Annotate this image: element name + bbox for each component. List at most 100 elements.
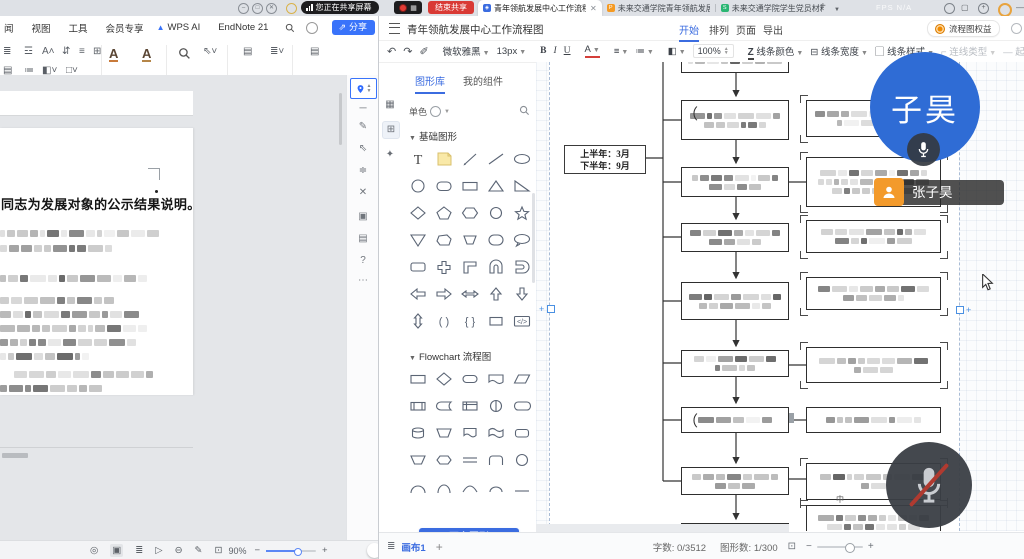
wps-maximize-icon[interactable]: □ — [252, 3, 263, 14]
zoom-in-icon[interactable]: + — [322, 545, 328, 556]
align-button[interactable]: ≡▼ — [614, 46, 628, 57]
zoom-slider[interactable] — [266, 550, 316, 552]
zoom-slider-knob[interactable] — [294, 548, 302, 556]
shape-arc-5-icon[interactable] — [509, 473, 535, 500]
shape-braces-icon[interactable]: { } — [457, 307, 483, 334]
browser-tab[interactable]: ◈ 青年领航发展中心工作流程图✕ — [478, 0, 602, 16]
spellcheck-icon[interactable]: ◎ — [90, 545, 98, 556]
document-scrollbar-thumb[interactable] — [339, 93, 342, 145]
edit-icon[interactable]: ✎ — [195, 545, 203, 556]
shape-search-icon[interactable] — [519, 105, 530, 116]
shape-arc-3-icon[interactable] — [457, 473, 483, 500]
shape-corner-icon[interactable] — [457, 253, 483, 280]
browser-minimize-icon[interactable]: — — [1016, 3, 1024, 13]
shape-stored-data-icon[interactable] — [431, 392, 457, 419]
flow-node[interactable] — [806, 220, 941, 253]
shape-arc-4-icon[interactable] — [483, 473, 509, 500]
shape-rectangle-2-icon[interactable] — [483, 307, 509, 334]
wps-minimize-icon[interactable]: – — [238, 3, 249, 14]
flow-node-partial-top[interactable] — [681, 62, 789, 73]
pin-stepper-icon[interactable]: ▲▼ — [367, 84, 372, 94]
bold-button[interactable]: B — [540, 46, 546, 56]
flowchart-rights-button[interactable]: 流程图权益 — [927, 20, 1000, 37]
shape-cross-icon[interactable] — [431, 253, 457, 280]
section-basic-shapes[interactable]: ▼基础图形 — [409, 129, 457, 143]
shape-document-2-icon[interactable] — [457, 419, 483, 446]
style-a-icon[interactable]: A — [109, 47, 118, 62]
panel-scrollbar-thumb[interactable] — [532, 193, 535, 283]
mic-indicator[interactable] — [907, 133, 940, 166]
shape-predefined-process-icon[interactable] — [405, 392, 431, 419]
header-help-icon[interactable] — [1011, 23, 1022, 34]
shape-arch-icon[interactable] — [483, 253, 509, 280]
shape-line-icon[interactable] — [483, 145, 509, 172]
menu-arrange[interactable]: 排列 — [709, 22, 729, 37]
page-handle-left[interactable] — [547, 305, 555, 313]
align-distribute-icon[interactable]: ≣ — [3, 46, 11, 57]
browser-tab[interactable]: S 未来交通学院学生党员材料审查目示 — [716, 0, 829, 16]
wps-menu-item[interactable]: 闻 — [0, 21, 23, 35]
browser-tab[interactable]: P 未来交通学院青年领航发展中心202 — [602, 0, 715, 16]
outline-view-icon[interactable]: ≣ — [135, 545, 143, 556]
flow-node[interactable] — [681, 467, 789, 495]
muted-mic-indicator[interactable] — [886, 442, 972, 528]
pen-icon[interactable]: ✎ — [347, 121, 378, 132]
list-button[interactable]: ≔▼ — [635, 46, 653, 57]
line-width-button[interactable]: ⊟ 线条宽度▼ — [810, 44, 868, 58]
char-scale-icon[interactable]: A˄ — [42, 46, 55, 57]
shape-parallelogram-icon[interactable] — [509, 365, 535, 392]
format-painter-icon[interactable]: ✐ — [419, 45, 428, 58]
flow-node[interactable] — [681, 167, 789, 197]
wps-share-button[interactable]: ⇗分享 — [332, 20, 375, 35]
shape-pentagon-icon[interactable] — [431, 199, 457, 226]
layout-panel-icon[interactable]: ▦ — [382, 97, 398, 113]
shape-code-block-icon[interactable]: </> — [509, 307, 535, 334]
help-icon[interactable]: ? — [347, 255, 378, 266]
wps-menu-view[interactable]: 视图 — [23, 21, 60, 35]
undo-icon[interactable]: ↶ — [387, 45, 396, 58]
shape-process-icon[interactable] — [405, 365, 431, 392]
wps-menu-tools[interactable]: 工具 — [60, 21, 97, 35]
tab-my-components[interactable]: 我的组件 — [463, 73, 503, 88]
adjust-icon[interactable]: ≑ — [347, 165, 378, 176]
shape-terminator-icon[interactable] — [457, 365, 483, 392]
canvas-zoom-out-icon[interactable]: − — [806, 541, 812, 552]
smart-doc-icon[interactable]: ▤ — [310, 46, 319, 57]
wps-close-icon[interactable]: ✕ — [266, 3, 277, 14]
schedule-note-box[interactable]: 上半年：3月下半年：9月 — [564, 145, 646, 174]
extension-face-icon[interactable] — [944, 3, 955, 14]
shape-rectangle-icon[interactable] — [457, 172, 483, 199]
flow-node[interactable] — [806, 347, 941, 383]
find-icon[interactable] — [178, 47, 191, 60]
extensions-icon[interactable]: + — [978, 3, 989, 14]
canvas-tab[interactable]: 画布1 — [401, 540, 425, 554]
canvas-zoom-slider[interactable] — [817, 546, 863, 548]
shape-preparation-icon[interactable] — [431, 446, 457, 473]
page-view-icon[interactable]: ▣ — [110, 544, 123, 557]
shape-paper-tape-icon[interactable] — [483, 419, 509, 446]
shape-hexagon-icon[interactable] — [457, 199, 483, 226]
select-tool-icon[interactable]: ⇖ — [347, 143, 378, 154]
shape-circle-icon[interactable] — [405, 172, 431, 199]
collapse-icon[interactable]: ─ — [347, 103, 378, 114]
shape-text-icon[interactable]: T — [405, 145, 431, 172]
share-controls[interactable]: ▦ — [394, 1, 422, 14]
shapes-panel-icon[interactable]: ⊞ — [382, 121, 400, 139]
shape-sticky-note-icon[interactable] — [431, 145, 457, 172]
shape-inverted-triangle-icon[interactable] — [405, 226, 431, 253]
fit-canvas-icon[interactable]: ⊡ — [788, 541, 796, 552]
shape-direct-data-icon[interactable] — [509, 392, 535, 419]
shape-rounded-open-icon[interactable] — [483, 446, 509, 473]
browser-window-icon[interactable]: ▢ — [961, 3, 969, 13]
tab-shape-library[interactable]: 图形库 — [415, 73, 445, 94]
shape-arc-2-icon[interactable] — [431, 473, 457, 500]
text-direction-icon[interactable]: ☲ — [24, 46, 33, 57]
document-page[interactable]: 同志为发展对象的公示结果说明。 — [0, 128, 193, 395]
shape-decision-icon[interactable] — [431, 365, 457, 392]
font-family-select[interactable]: 微软雅黑▼ — [443, 44, 490, 58]
flow-node[interactable] — [806, 277, 941, 310]
shape-pen-icon[interactable] — [457, 145, 483, 172]
location-pin-button[interactable]: ▲▼ — [350, 78, 377, 99]
fit-page-icon[interactable]: ⊡ — [215, 545, 223, 556]
canvas-hscroll-track[interactable] — [536, 524, 789, 532]
